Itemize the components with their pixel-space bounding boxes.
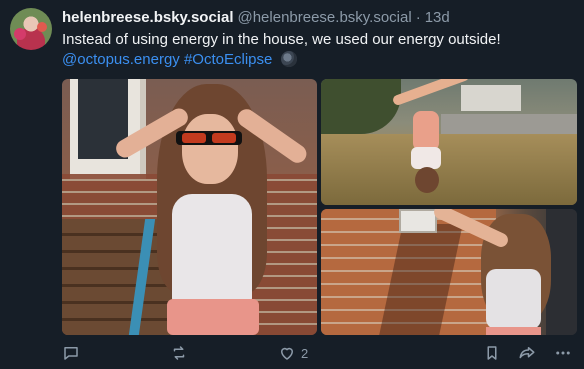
hashtag-link[interactable]: #OctoEclipse <box>184 51 272 68</box>
author-handle[interactable]: @helenbreese.bsky.social <box>237 9 411 26</box>
photo-shorts <box>411 147 441 169</box>
avatar[interactable] <box>10 8 52 50</box>
photo-legs <box>391 79 471 107</box>
image-girl-eclipse-glasses[interactable] <box>62 79 317 335</box>
post-text-line: Instead of using energy in the house, we… <box>62 31 501 48</box>
post-card[interactable]: helenbreese.bsky.social @helenbreese.bsk… <box>0 0 584 369</box>
display-name[interactable]: helenbreese.bsky.social <box>62 9 233 26</box>
more-button[interactable] <box>554 344 572 362</box>
photo-bench <box>62 219 172 335</box>
photo-window <box>70 79 146 179</box>
photo-shorts <box>167 299 259 335</box>
post-age[interactable]: 13d <box>425 9 450 26</box>
post-text-line: @octopus.energy #OctoEclipse <box>62 50 572 70</box>
photo-body <box>413 111 439 151</box>
image-girl-brick-wall[interactable] <box>321 209 577 335</box>
more-icon <box>556 351 570 355</box>
photo-plaque <box>399 209 437 233</box>
repost-icon <box>173 346 185 360</box>
separator-dot: · <box>415 9 421 26</box>
like-button[interactable]: 2 <box>278 344 308 362</box>
share-button[interactable] <box>517 344 537 362</box>
bookmark-button[interactable] <box>483 344 501 362</box>
reply-icon <box>64 347 78 360</box>
photo-shorts <box>486 327 541 335</box>
eclipse-glasses <box>176 131 242 145</box>
image-handstand-lawn[interactable] <box>321 79 577 205</box>
action-bar: 2 <box>62 344 577 362</box>
mention-link[interactable]: @octopus.energy <box>62 51 180 68</box>
photo-head <box>415 167 439 193</box>
photo-lawn <box>321 134 577 205</box>
share-icon <box>519 347 535 359</box>
avatar-flower <box>37 22 47 32</box>
photo-tree <box>321 79 401 134</box>
photo-shirt <box>172 194 252 304</box>
like-count: 2 <box>301 345 309 361</box>
post-text: Instead of using energy in the house, we… <box>62 30 572 70</box>
photo-shirt <box>486 269 541 329</box>
photo-face <box>182 114 238 184</box>
bookmark-icon <box>487 346 497 360</box>
heart-icon <box>281 347 293 360</box>
post-header: helenbreese.bsky.social @helenbreese.bsk… <box>62 9 450 27</box>
glasses-lens <box>182 133 206 143</box>
new-moon-icon <box>280 51 297 67</box>
photo-road <box>441 114 577 134</box>
glasses-lens <box>212 133 236 143</box>
image-gallery <box>62 79 577 335</box>
reply-button[interactable] <box>62 344 80 362</box>
photo-house <box>461 85 521 111</box>
avatar-flower <box>14 28 26 40</box>
repost-button[interactable] <box>170 344 188 362</box>
